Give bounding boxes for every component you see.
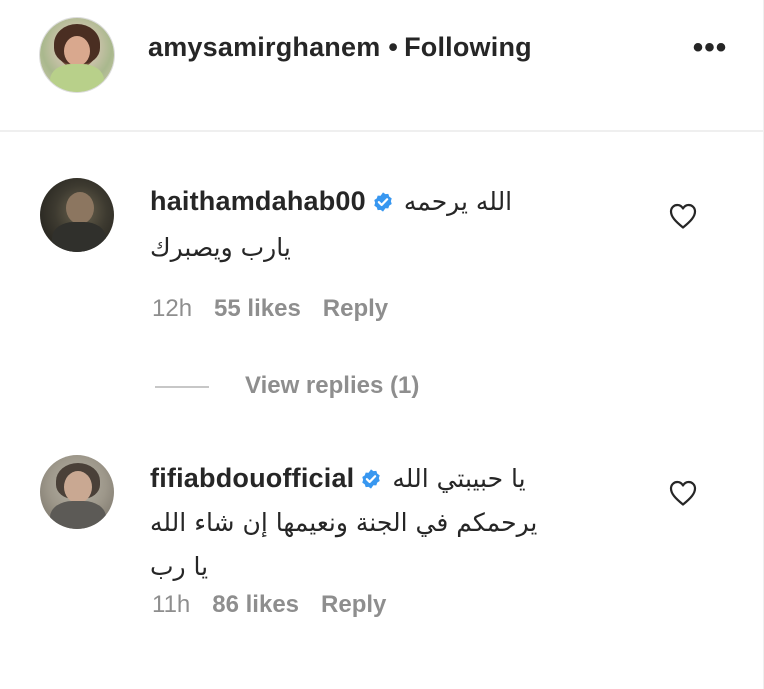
comment-first-line: haithamdahab00 الله يرحمه [150, 184, 512, 221]
avatar[interactable] [40, 455, 114, 529]
comment-text-line: يا رب [150, 552, 209, 581]
replies-divider [155, 385, 209, 388]
comments-panel: amysamirghanem • Following ••• haithamdaha… [0, 0, 764, 689]
likes-count[interactable]: 86 likes [212, 591, 299, 618]
comment-time[interactable]: 12h [152, 295, 192, 322]
heart-outline-icon[interactable] [668, 479, 698, 507]
comment-text-line: الله يرحمه [403, 187, 513, 216]
verified-badge-icon [372, 187, 394, 221]
reply-button[interactable]: Reply [321, 591, 386, 618]
separator-dot: • [388, 32, 399, 62]
avatar[interactable] [40, 18, 114, 92]
more-options-icon[interactable]: ••• [690, 33, 730, 68]
view-replies-button[interactable]: View replies (1) [155, 372, 419, 400]
comment-text-line: يرحمكم في الجنة ونعيمها إن شاء الله [150, 508, 538, 537]
comment-time[interactable]: 11h [152, 591, 190, 618]
comment-text-block: يارب ويصبرك [150, 230, 291, 265]
reply-button[interactable]: Reply [323, 295, 388, 322]
likes-count[interactable]: 55 likes [214, 295, 301, 322]
comment-text-line: يا حبيبتي الله [392, 464, 526, 493]
comment-text-line: يارب ويصبرك [150, 233, 291, 262]
comment-text-block: يرحمكم في الجنة ونعيمها إن شاء الله [150, 505, 537, 540]
comment-meta: 12h 55 likes Reply [152, 295, 410, 323]
view-replies-label: View replies (1) [245, 372, 420, 399]
following-button[interactable]: Following [404, 32, 532, 62]
comment-text-block: يا رب [150, 549, 208, 584]
header-user-line: amysamirghanem • Following [148, 32, 532, 63]
comment-username[interactable]: fifiabdouofficial [150, 463, 354, 493]
heart-outline-icon[interactable] [668, 202, 698, 230]
comment-username[interactable]: haithamdahab00 [150, 186, 366, 216]
avatar[interactable] [40, 178, 114, 252]
post-header: amysamirghanem • Following ••• [0, 0, 764, 132]
verified-badge-icon [360, 464, 382, 498]
comment-meta: 11h 86 likes Reply [152, 591, 408, 619]
comment-first-line: fifiabdouofficial يا حبيبتي الله [150, 461, 526, 498]
post-username[interactable]: amysamirghanem [148, 32, 380, 62]
